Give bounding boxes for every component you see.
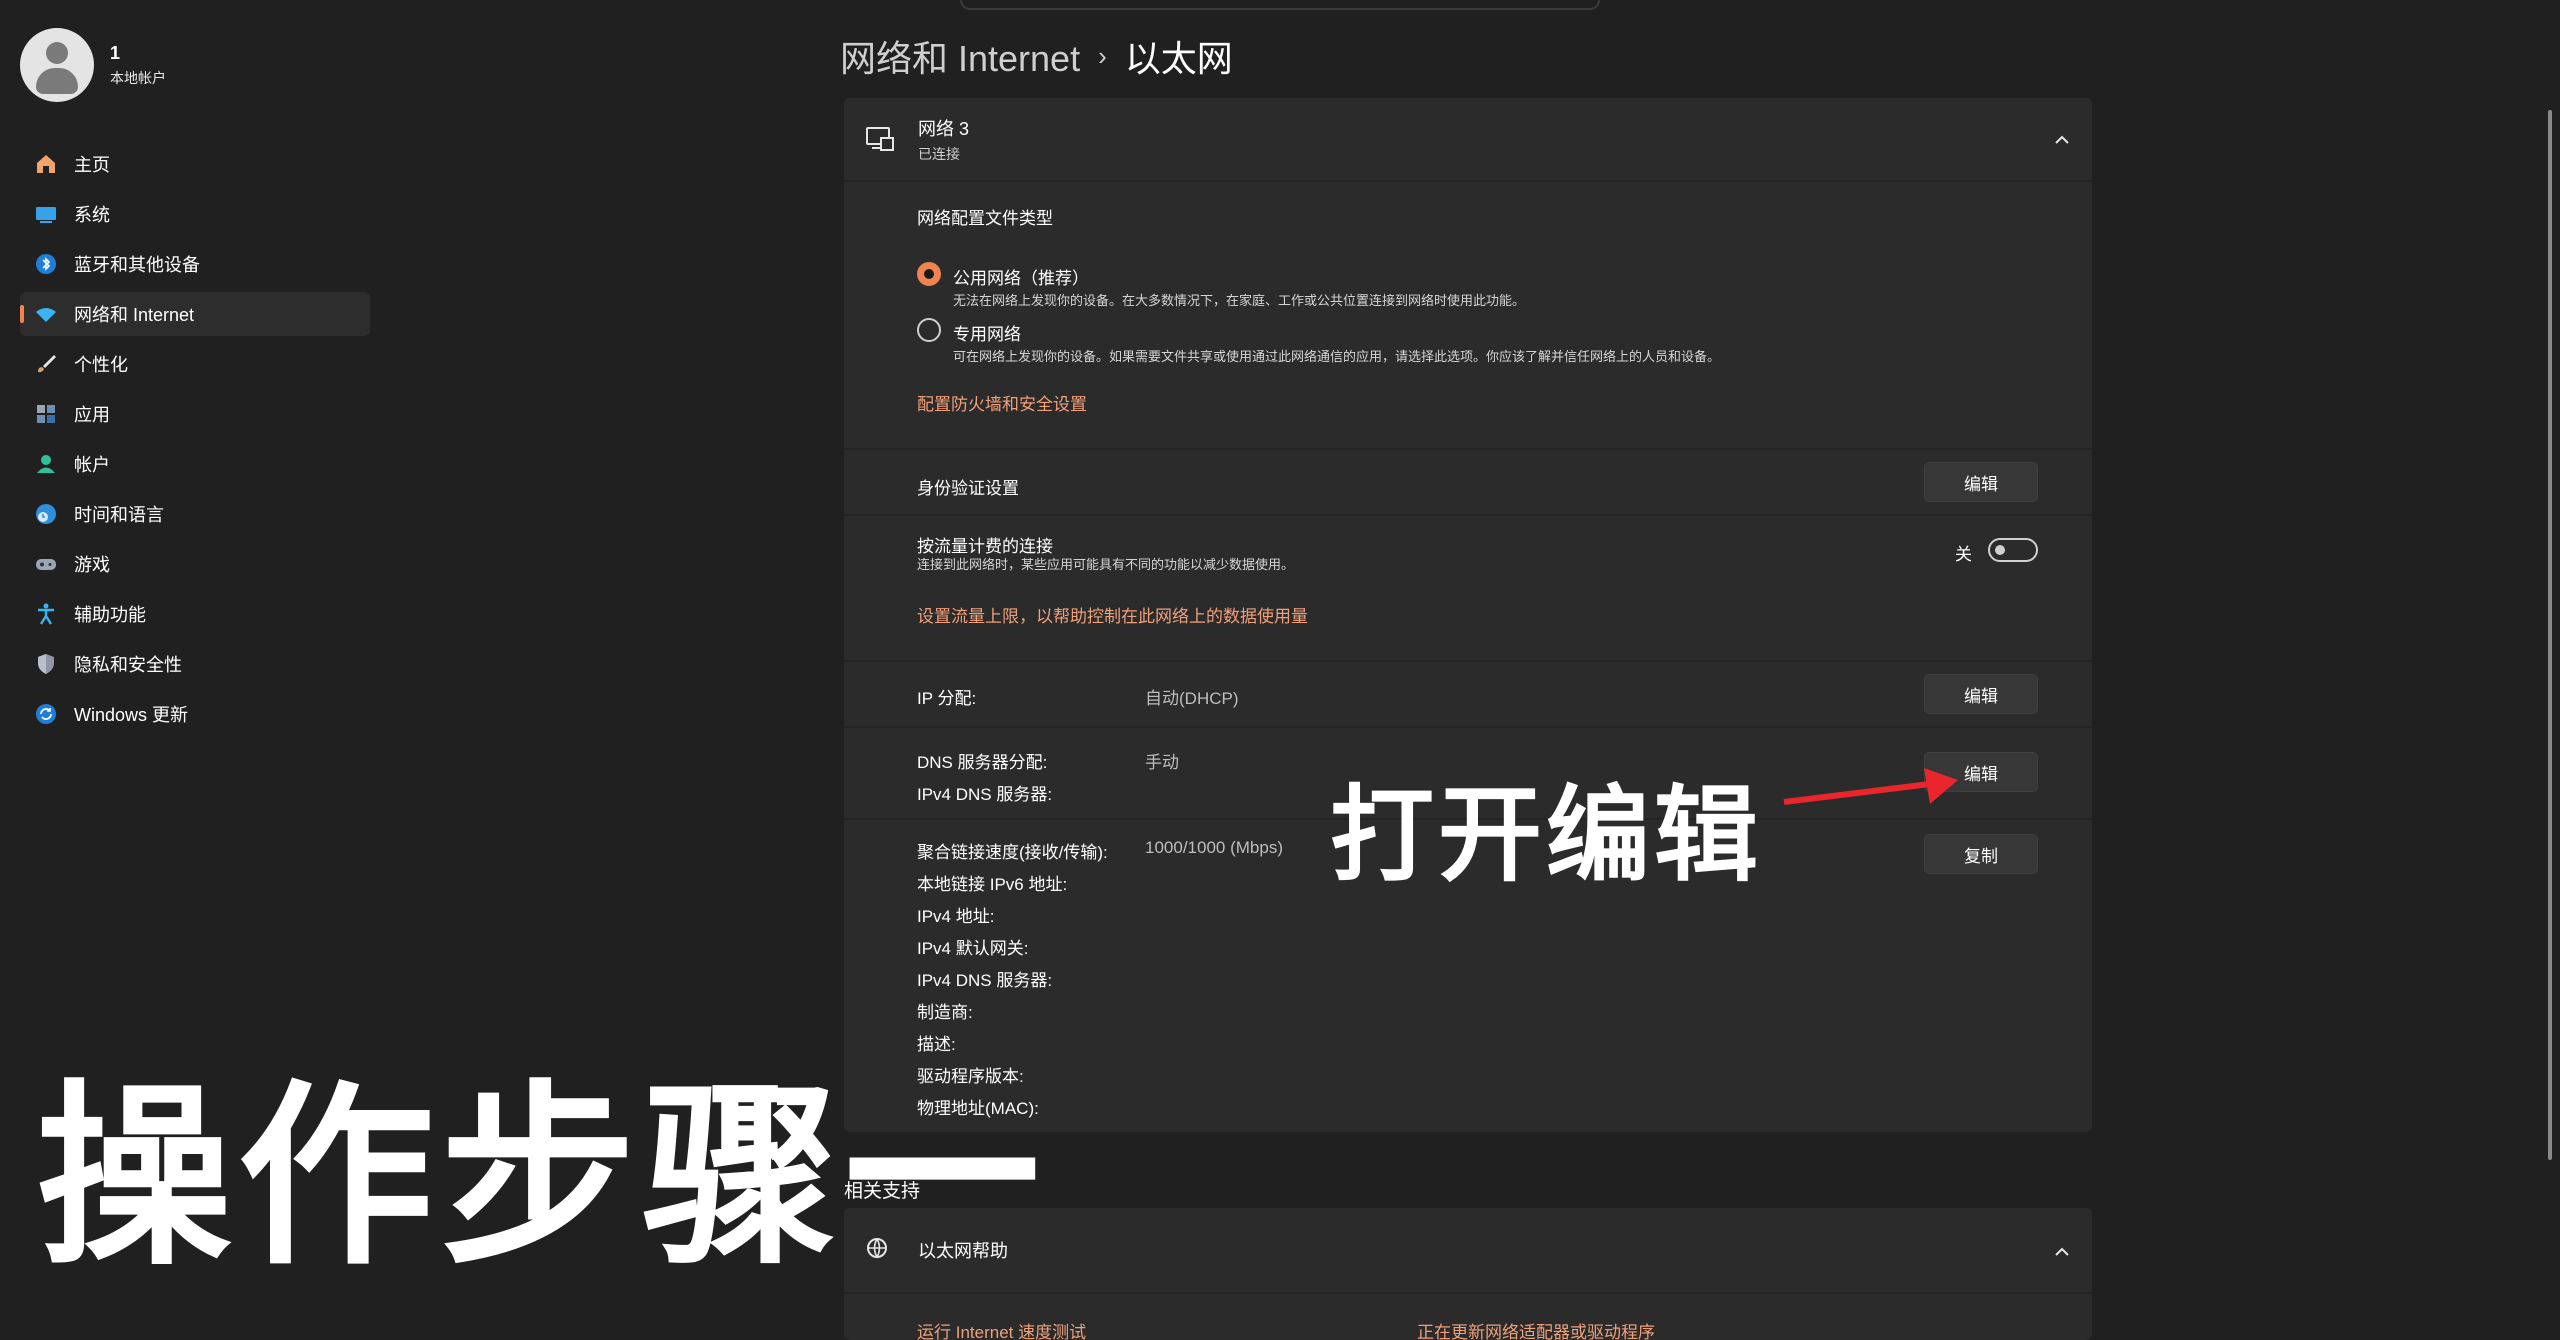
sidebar-item-home[interactable]: 主页 [20,142,370,186]
chevron-up-icon[interactable] [2052,1242,2072,1262]
prop-label: IPv4 地址: [917,907,995,926]
copy-button[interactable]: 复制 [1924,834,2038,874]
user-account-type: 本地帐户 [110,69,166,86]
update-icon [32,700,60,728]
ip-assignment-label: IP 分配: [917,689,977,708]
user-profile[interactable]: 1 本地帐户 [20,28,166,102]
data-limit-link[interactable]: 设置流量上限，以帮助控制在此网络上的数据使用量 [917,602,1308,627]
public-network-radio[interactable] [917,262,941,286]
sidebar-item-windows-update[interactable]: Windows 更新 [20,692,370,736]
private-network-radio[interactable] [917,318,941,342]
shield-icon [32,650,60,678]
page-title: 以太网 [1124,38,1233,79]
sidebar-item-label: 辅助功能 [74,605,146,625]
caption-text: 操作步骤一 [36,1068,1047,1287]
sidebar-item-system[interactable]: 系统 [20,192,370,236]
user-name: 1 [110,42,121,63]
bluetooth-icon [32,250,60,278]
search-box-edge[interactable] [960,0,1600,10]
ipv4-dns-label: IPv4 DNS 服务器: [917,785,1053,804]
account-icon [32,450,60,478]
auth-settings-label: 身份验证设置 [917,479,1019,498]
breadcrumb: 网络和 Internet › 以太网 [840,30,1233,82]
sidebar-item-label: 蓝牙和其他设备 [74,255,200,275]
private-network-desc: 可在网络上发现你的设备。如果需要文件共享或使用通过此网络通信的应用，请选择此选项… [953,349,1721,364]
annotation-text: 打开编辑 [1330,778,1763,894]
network-card-header[interactable]: 网络 3 已连接 [844,98,2092,182]
sidebar-item-label: 系统 [74,205,110,225]
sidebar-item-apps[interactable]: 应用 [20,392,370,436]
private-network-label[interactable]: 专用网络 [953,320,1021,345]
prop-label: 制造商: [917,1003,973,1022]
apps-icon [32,400,60,428]
metered-toggle[interactable] [1988,538,2038,562]
prop-label: IPv4 默认网关: [917,939,1029,958]
sidebar-item-label: 个性化 [74,355,128,375]
sidebar-item-personalization[interactable]: 个性化 [20,342,370,386]
driver-update-link[interactable]: 正在更新网络适配器或驱动程序 [1417,1318,1655,1340]
brush-icon [32,350,60,378]
sidebar-item-label: 游戏 [74,555,110,575]
sidebar-item-network[interactable]: 网络和 Internet [20,292,370,336]
sidebar-item-accessibility[interactable]: 辅助功能 [20,592,370,636]
metered-state-text: 关 [1955,545,1972,564]
prop-label: IPv4 DNS 服务器: [917,971,1053,990]
profile-type-label: 网络配置文件类型 [917,209,1053,228]
sidebar-item-accounts[interactable]: 帐户 [20,442,370,486]
auth-settings-row: 身份验证设置 编辑 [844,450,2092,516]
nav-list: 主页 系统 蓝牙和其他设备 网络和 Internet 个性化 应用 帐户 时间和… [20,142,370,742]
dns-assignment-label: DNS 服务器分配: [917,753,1048,772]
ethernet-icon [864,122,898,156]
ip-edit-button[interactable]: 编辑 [1924,674,2038,714]
sidebar-item-label: 主页 [74,155,110,175]
sidebar-item-gaming[interactable]: 游戏 [20,542,370,586]
metered-desc: 连接到此网络时，某些应用可能具有不同的功能以减少数据使用。 [917,557,1295,572]
breadcrumb-parent[interactable]: 网络和 Internet [840,30,1080,82]
auth-edit-button[interactable]: 编辑 [1924,462,2038,502]
sidebar-item-privacy[interactable]: 隐私和安全性 [20,642,370,686]
ip-assignment-value: 自动(DHCP) [1145,689,1239,708]
sidebar-item-label: 时间和语言 [74,505,164,525]
prop-label: 聚合链接速度(接收/传输): [917,843,1108,862]
sidebar-item-label: 网络和 Internet [74,305,195,325]
prop-value: 1000/1000 (Mbps) [1145,838,1283,857]
breadcrumb-separator: › [1098,40,1107,71]
accessibility-icon [32,600,60,628]
dns-assignment-value: 手动 [1145,753,1179,772]
public-network-desc: 无法在网络上发现你的设备。在大多数情况下，在家庭、工作或公共位置连接到网络时使用… [953,293,1526,308]
sidebar-item-time-language[interactable]: 时间和语言 [20,492,370,536]
profile-type-section: 网络配置文件类型 公用网络（推荐） 无法在网络上发现你的设备。在大多数情况下，在… [844,182,2092,450]
avatar [20,28,94,102]
globe-clock-icon [32,500,60,528]
gamepad-icon [32,550,60,578]
speed-test-link[interactable]: 运行 Internet 速度测试 [917,1318,1086,1340]
sidebar-item-label: 应用 [74,405,110,425]
sidebar-item-bluetooth[interactable]: 蓝牙和其他设备 [20,242,370,286]
metered-connection-section: 按流量计费的连接 连接到此网络时，某些应用可能具有不同的功能以减少数据使用。 关… [844,516,2092,662]
network-status: 已连接 [918,145,960,162]
firewall-settings-link[interactable]: 配置防火墙和安全设置 [917,390,1087,415]
network-card: 网络 3 已连接 网络配置文件类型 公用网络（推荐） 无法在网络上发现你的设备。… [844,98,2092,1132]
network-name: 网络 3 [918,118,970,139]
ip-assignment-row: IP 分配: 自动(DHCP) 编辑 [844,662,2092,728]
public-network-label[interactable]: 公用网络（推荐） [953,264,1089,289]
chevron-up-icon[interactable] [2052,130,2072,150]
prop-label: 描述: [917,1035,956,1054]
wifi-icon [32,300,60,328]
scrollbar[interactable] [2548,110,2552,1160]
system-icon [32,200,60,228]
sidebar-item-label: 帐户 [74,455,110,475]
prop-label: 本地链接 IPv6 地址: [917,875,1068,894]
home-icon [32,150,60,178]
red-arrow-icon [1783,768,1958,805]
sidebar-item-label: 隐私和安全性 [74,655,182,675]
sidebar-item-label: Windows 更新 [74,705,189,725]
